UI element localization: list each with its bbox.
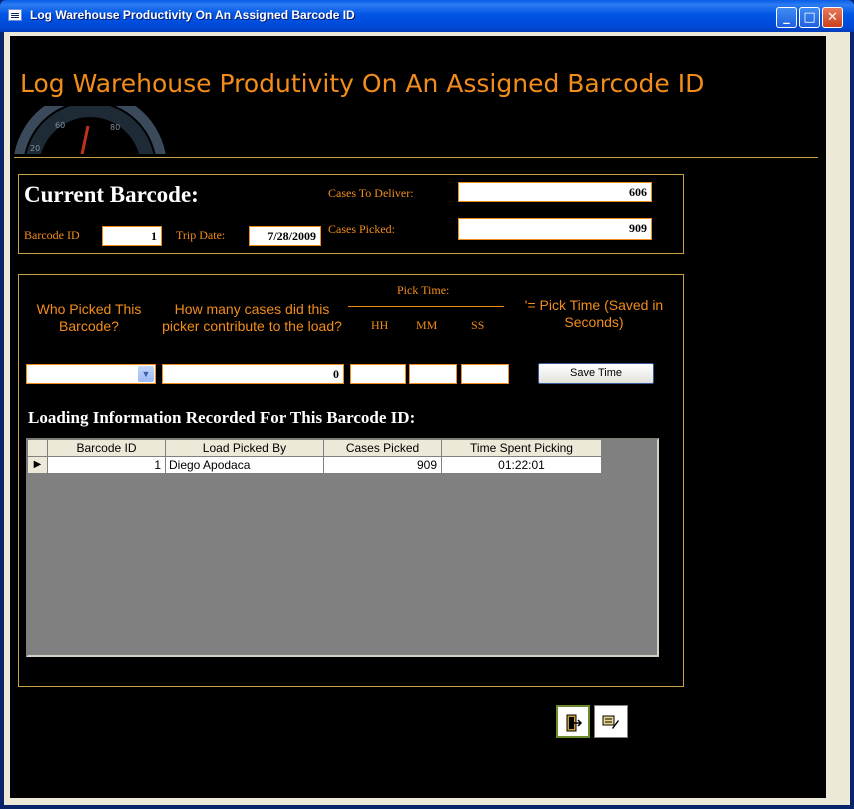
ss-input[interactable] bbox=[461, 364, 509, 384]
cases-to-deliver-field[interactable]: 606 bbox=[458, 182, 652, 202]
barcode-id-field[interactable]: 1 bbox=[102, 226, 162, 246]
cases-contributed-field[interactable]: 0 bbox=[162, 364, 344, 384]
gauge-graphic: 20 60 80 bbox=[10, 106, 170, 154]
col-time-spent[interactable]: Time Spent Picking bbox=[442, 440, 602, 457]
svg-text:60: 60 bbox=[55, 121, 65, 130]
cell-picked-by[interactable]: Diego Apodaca bbox=[166, 457, 324, 474]
app-window: Log Warehouse Productivity On An Assigne… bbox=[0, 0, 854, 809]
window-title: Log Warehouse Productivity On An Assigne… bbox=[30, 8, 355, 22]
form-body: 20 60 80 Log Warehouse Produtivity On An A… bbox=[10, 36, 826, 798]
trip-date-label: Trip Date: bbox=[176, 228, 226, 242]
edit-record-icon bbox=[602, 715, 619, 729]
exit-door-icon bbox=[566, 714, 583, 732]
save-time-button[interactable]: Save Time bbox=[538, 363, 654, 384]
minimize-button[interactable]: _ bbox=[776, 7, 797, 28]
pick-time-note: '= Pick Time (Saved in Seconds) bbox=[524, 297, 664, 330]
title-bar[interactable]: Log Warehouse Productivity On An Assigne… bbox=[0, 0, 854, 32]
header-divider bbox=[14, 157, 818, 158]
svg-text:20: 20 bbox=[30, 144, 40, 153]
barcode-id-label: Barcode ID bbox=[24, 228, 80, 242]
hh-label: HH bbox=[371, 318, 389, 332]
mm-label: MM bbox=[416, 318, 438, 332]
close-button[interactable]: ✕ bbox=[822, 7, 843, 28]
form-icon bbox=[8, 9, 22, 21]
ss-label: SS bbox=[471, 318, 485, 332]
picker-combo[interactable]: ▼ bbox=[26, 364, 156, 384]
client-area: 20 60 80 Log Warehouse Produtivity On An A… bbox=[4, 32, 850, 805]
form-right-margin bbox=[826, 36, 850, 798]
maximize-button[interactable]: □ bbox=[799, 7, 820, 28]
cases-picked-field[interactable]: 909 bbox=[458, 218, 652, 240]
cell-time-spent[interactable]: 01:22:01 bbox=[442, 457, 602, 474]
pick-time-divider bbox=[348, 306, 504, 307]
exit-button[interactable] bbox=[556, 705, 590, 738]
cell-cases-picked[interactable]: 909 bbox=[324, 457, 442, 474]
col-load-picked-by[interactable]: Load Picked By bbox=[166, 440, 324, 457]
svg-text:80: 80 bbox=[110, 123, 120, 132]
pick-time-label: Pick Time: bbox=[397, 283, 450, 297]
how-many-cases-label: How many cases did this picker contribut… bbox=[162, 301, 342, 334]
edit-record-button[interactable] bbox=[594, 705, 628, 738]
chevron-down-icon[interactable]: ▼ bbox=[138, 366, 154, 382]
cases-to-deliver-label: Cases To Deliver: bbox=[328, 186, 414, 200]
row-selector-header bbox=[28, 440, 48, 457]
col-cases-picked[interactable]: Cases Picked bbox=[324, 440, 442, 457]
loading-subform[interactable]: Barcode ID Load Picked By Cases Picked T… bbox=[26, 438, 659, 657]
record-selector-icon[interactable]: ▶ bbox=[28, 457, 48, 474]
who-picked-label: Who Picked This Barcode? bbox=[36, 301, 142, 334]
cases-picked-label: Cases Picked: bbox=[328, 222, 395, 236]
trip-date-field[interactable]: 7/28/2009 bbox=[249, 226, 321, 246]
page-title: Log Warehouse Produtivity On An Assigned… bbox=[20, 69, 705, 98]
hh-input[interactable] bbox=[350, 364, 406, 384]
mm-input[interactable] bbox=[409, 364, 457, 384]
cell-barcode-id[interactable]: 1 bbox=[48, 457, 166, 474]
current-barcode-heading: Current Barcode: bbox=[24, 182, 199, 207]
col-barcode-id[interactable]: Barcode ID bbox=[48, 440, 166, 457]
loading-info-heading: Loading Information Recorded For This Ba… bbox=[28, 408, 416, 427]
